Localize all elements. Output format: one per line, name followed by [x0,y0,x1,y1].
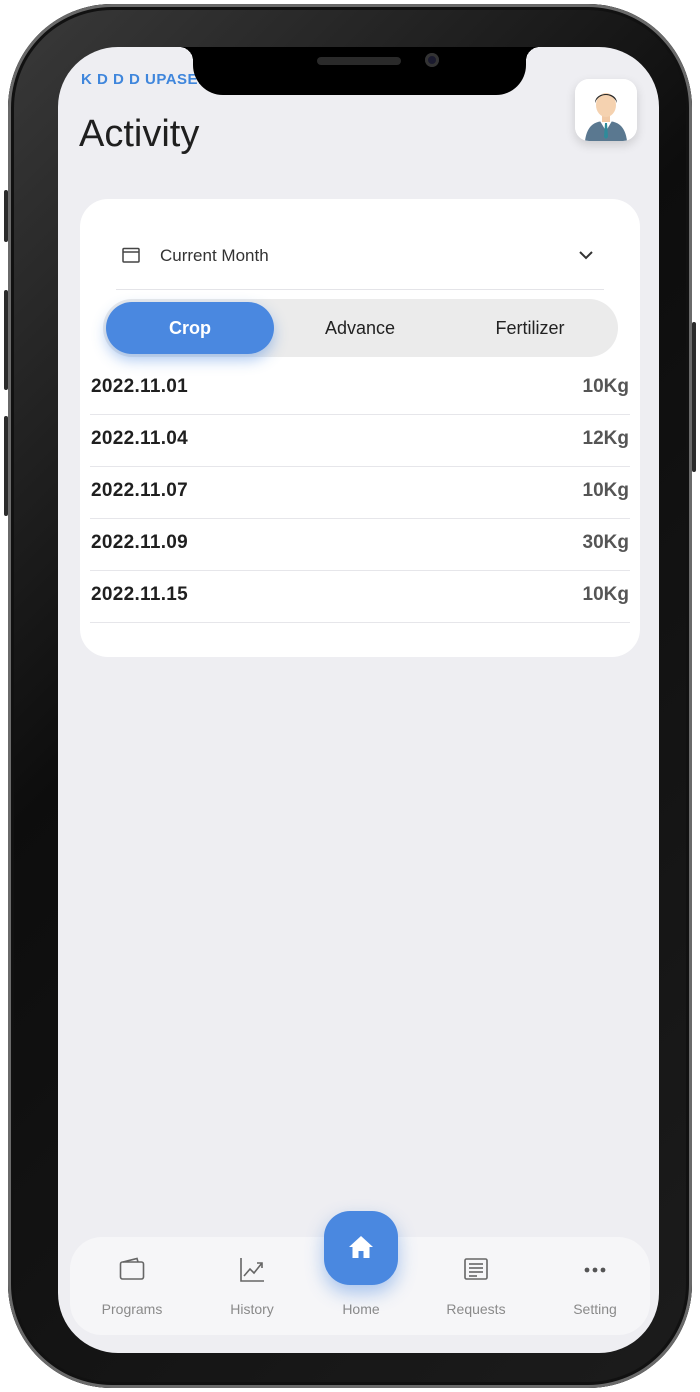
app-screen: K D D D UPASEN Activity Current Month Cr… [58,47,659,1353]
list-item[interactable]: 2022.11.15 10Kg [90,571,630,623]
record-date: 2022.11.15 [91,584,189,605]
power-button [692,322,696,472]
calendar-icon [122,247,140,263]
period-selector[interactable]: Current Month [116,229,604,290]
nav-setting[interactable]: Setting [545,1237,645,1335]
home-button[interactable] [324,1211,398,1285]
record-date: 2022.11.01 [91,376,189,397]
nav-setting-label: Setting [573,1301,617,1317]
chevron-down-icon [579,251,593,260]
avatar[interactable] [575,79,637,141]
chart-line-icon [240,1258,264,1282]
record-date: 2022.11.07 [91,480,189,501]
volume-up-button [4,290,8,390]
nav-history[interactable]: History [202,1237,302,1335]
nav-history-label: History [230,1301,274,1317]
brand-name: K D D D UPASEN [81,71,210,88]
document-list-icon [464,1258,488,1280]
tab-advance[interactable]: Advance [276,302,444,354]
record-date: 2022.11.09 [91,532,189,553]
period-label: Current Month [160,246,269,265]
record-quantity: 30Kg [582,532,629,553]
activity-card: Current Month Crop Advance Fertilizer 20… [80,199,640,657]
notch [179,47,540,95]
record-quantity: 10Kg [582,480,629,501]
nav-programs[interactable]: Programs [82,1237,182,1335]
record-date: 2022.11.04 [91,428,189,449]
volume-down-button [4,416,8,516]
nav-requests-label: Requests [446,1301,506,1317]
records-list: 2022.11.01 10Kg 2022.11.04 12Kg 2022.11.… [90,363,630,623]
nav-programs-label: Programs [101,1301,163,1317]
page-title: Activity [79,113,200,155]
speaker-grille [317,57,401,65]
more-horizontal-icon [584,1267,606,1273]
record-quantity: 10Kg [582,376,629,397]
wallet-icon [119,1257,145,1280]
nav-requests[interactable]: Requests [426,1237,526,1335]
category-tabs: Crop Advance Fertilizer [103,299,618,357]
nav-home-label: Home [342,1301,380,1317]
user-avatar-icon [575,79,637,141]
record-quantity: 12Kg [582,428,629,449]
front-camera [425,53,439,67]
list-item[interactable]: 2022.11.09 30Kg [90,519,630,571]
tab-fertilizer[interactable]: Fertilizer [446,302,614,354]
list-item[interactable]: 2022.11.07 10Kg [90,467,630,519]
list-item[interactable]: 2022.11.01 10Kg [90,363,630,415]
mute-switch [4,190,8,242]
phone-frame: K D D D UPASEN Activity Current Month Cr… [4,4,696,1388]
list-item[interactable]: 2022.11.04 12Kg [90,415,630,467]
tab-crop[interactable]: Crop [106,302,274,354]
record-quantity: 10Kg [582,584,629,605]
home-icon [349,1236,373,1258]
